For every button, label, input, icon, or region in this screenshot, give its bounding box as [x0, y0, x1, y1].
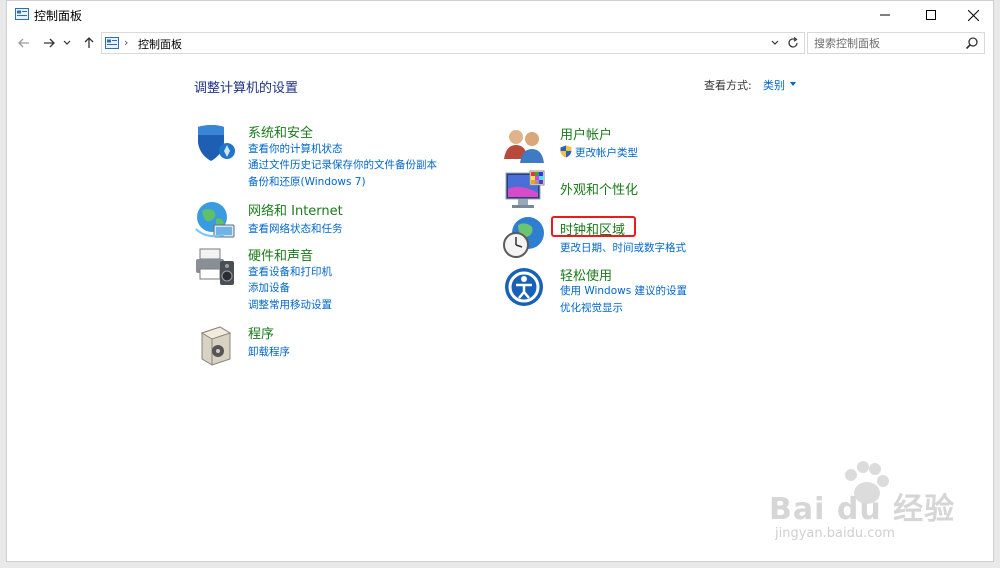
- link-optimize-visual-display[interactable]: 优化视觉显示: [560, 300, 623, 315]
- breadcrumb-control-panel[interactable]: 控制面板: [138, 36, 182, 52]
- control-panel-window: 控制面板 › 控制面板 搜索控制面板 调整计算机的设置 查看方式: 类别 系统和…: [6, 0, 994, 562]
- category-title[interactable]: 硬件和声音: [248, 245, 313, 264]
- watermark-url: jingyan.baidu.com: [775, 526, 895, 541]
- link-change-date-time-format[interactable]: 更改日期、时间或数字格式: [560, 240, 686, 255]
- network-globe-icon[interactable]: [194, 199, 238, 243]
- link-backup-restore[interactable]: 备份和还原(Windows 7): [248, 174, 366, 189]
- category-title[interactable]: 外观和个性化: [560, 179, 638, 198]
- search-input[interactable]: [814, 35, 964, 51]
- refresh-button[interactable]: [785, 35, 801, 51]
- category-title[interactable]: 用户帐户: [560, 124, 612, 143]
- address-dropdown-button[interactable]: [768, 35, 782, 51]
- printer-speaker-icon[interactable]: [194, 245, 238, 289]
- category-title[interactable]: 轻松使用: [560, 265, 612, 284]
- category-title[interactable]: 程序: [248, 323, 274, 342]
- link-file-history[interactable]: 通过文件历史记录保存你的文件备份副本: [248, 157, 437, 172]
- control-panel-icon: [15, 8, 29, 20]
- chevron-down-icon: [63, 40, 71, 45]
- control-panel-icon: [105, 37, 119, 49]
- category-title[interactable]: 网络和 Internet: [248, 200, 343, 219]
- watermark-logo: Bai du 经验: [769, 492, 956, 527]
- chevron-down-icon: [771, 40, 779, 45]
- clock-globe-icon[interactable]: [502, 215, 546, 259]
- up-arrow-icon: [84, 37, 94, 48]
- link-view-computer-status[interactable]: 查看你的计算机状态: [248, 141, 343, 156]
- recent-locations-button[interactable]: [61, 33, 73, 53]
- minimize-button[interactable]: [863, 1, 907, 29]
- maximize-icon: [926, 10, 936, 20]
- users-icon[interactable]: [502, 123, 546, 167]
- maximize-button[interactable]: [909, 1, 953, 29]
- monitor-palette-icon[interactable]: [502, 169, 546, 213]
- back-arrow-icon: [18, 38, 29, 48]
- link-change-account-type[interactable]: 更改帐户类型: [575, 145, 638, 160]
- category-title[interactable]: 系统和安全: [248, 122, 313, 141]
- up-button[interactable]: [80, 33, 98, 53]
- link-windows-recommended-settings[interactable]: 使用 Windows 建议的设置: [560, 283, 687, 298]
- navigation-bar: › 控制面板: [7, 31, 993, 55]
- close-icon: [967, 9, 979, 21]
- search-icon[interactable]: [965, 36, 979, 50]
- title-bar: 控制面板: [7, 1, 993, 29]
- highlight-annotation: [551, 216, 636, 237]
- search-box[interactable]: [807, 32, 985, 54]
- uac-shield-icon: [560, 145, 572, 158]
- link-devices-printers[interactable]: 查看设备和打印机: [248, 264, 332, 279]
- page-title: 调整计算机的设置: [194, 81, 299, 96]
- close-button[interactable]: [951, 1, 995, 29]
- link-add-device[interactable]: 添加设备: [248, 280, 290, 295]
- view-by-label: 查看方式:: [704, 79, 752, 92]
- refresh-icon: [788, 37, 798, 48]
- forward-button[interactable]: [40, 33, 58, 53]
- view-by-dropdown[interactable]: 类别: [763, 77, 785, 93]
- programs-box-icon[interactable]: [194, 323, 238, 367]
- shield-icon[interactable]: [194, 121, 238, 165]
- view-by-arrow-icon[interactable]: [790, 82, 796, 86]
- window-title: 控制面板: [34, 9, 83, 23]
- breadcrumb-separator[interactable]: ›: [124, 36, 128, 49]
- forward-arrow-icon: [44, 38, 55, 48]
- link-uninstall-program[interactable]: 卸载程序: [248, 344, 290, 359]
- ease-of-access-icon[interactable]: [502, 265, 546, 309]
- link-network-status[interactable]: 查看网络状态和任务: [248, 221, 343, 236]
- back-button[interactable]: [15, 33, 33, 53]
- address-bar[interactable]: › 控制面板: [101, 32, 805, 54]
- minimize-icon: [880, 14, 890, 16]
- link-mobility-settings[interactable]: 调整常用移动设置: [248, 297, 332, 312]
